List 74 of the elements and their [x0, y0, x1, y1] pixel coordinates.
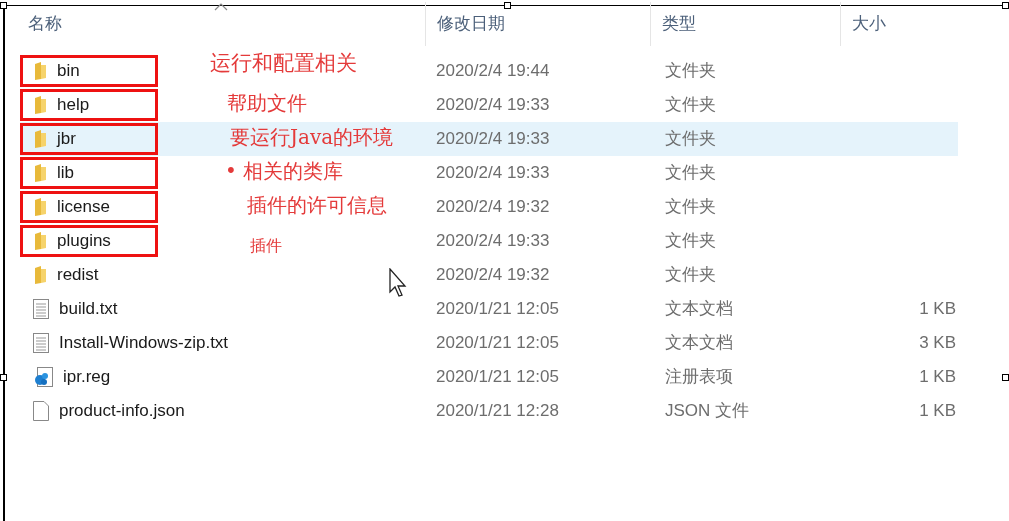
folder-icon [33, 62, 47, 80]
file-row[interactable]: help 帮助文件 2020/2/4 19:33 文件夹 [20, 88, 958, 122]
blank-file-icon [33, 401, 49, 421]
file-name: redist [57, 264, 99, 287]
file-name: help [57, 94, 90, 117]
mouse-pointer-icon [389, 268, 409, 298]
file-name: license [57, 196, 110, 219]
column-header[interactable]: 类型 [650, 2, 840, 46]
column-header[interactable]: 名称 [0, 2, 425, 46]
annotation-text: 插件 [250, 235, 282, 257]
annotation-text: 帮助文件 [227, 90, 307, 117]
date-cell-text: 2020/1/21 12:28 [435, 400, 560, 423]
file-name: jbr [57, 128, 76, 151]
file-row[interactable]: jbr 要运行Java的环境 2020/2/4 19:33 文件夹 [20, 122, 958, 156]
type-cell-text: 文件夹 [664, 128, 717, 151]
folder-icon [33, 198, 47, 216]
size-cell: 1 KB [919, 367, 956, 387]
date-cell-text: 2020/1/21 12:05 [435, 298, 560, 321]
file-row[interactable]: lib • 相关的类库 2020/2/4 19:33 文件夹 [20, 156, 958, 190]
file-row[interactable]: redist 2020/2/4 19:32 文件夹 [20, 258, 958, 292]
type-cell-text: 文本文档 [664, 298, 734, 321]
file-row[interactable]: license 插件的许可信息 2020/2/4 19:32 文件夹 [20, 190, 958, 224]
file-row[interactable]: plugins 插件 2020/2/4 19:33 文件夹 [20, 224, 958, 258]
folder-icon [33, 96, 47, 114]
file-row[interactable]: product-info.json 2020/1/21 12:28 JSON 文件 1 KB [20, 394, 958, 428]
date-cell-text: 2020/2/4 19:33 [435, 128, 551, 151]
file-name: Install-Windows-zip.txt [59, 332, 229, 355]
date-cell-text: 2020/1/21 12:05 [435, 332, 560, 355]
type-cell-text: JSON 文件 [664, 400, 751, 423]
type-cell-text: 文本文档 [664, 332, 734, 355]
resize-handle[interactable] [1002, 374, 1009, 381]
date-cell-text: 2020/2/4 19:33 [435, 162, 551, 185]
date-cell-text: 2020/2/4 19:33 [435, 230, 551, 253]
folder-icon [33, 164, 47, 182]
resize-handle[interactable] [1002, 2, 1009, 9]
file-row[interactable]: ipr.reg 2020/1/21 12:05 注册表项 1 KB [20, 360, 958, 394]
annotation-text: 要运行Java的环境 [230, 124, 394, 151]
column-header[interactable]: 大小 [840, 2, 965, 46]
resize-handle[interactable] [504, 2, 511, 9]
date-cell-text: 2020/2/4 19:44 [435, 60, 551, 83]
file-name: bin [57, 60, 80, 83]
file-name: plugins [57, 230, 111, 253]
column-header[interactable]: 修改日期 [425, 2, 650, 46]
sort-caret-icon [214, 3, 228, 11]
text-file-icon [33, 299, 49, 319]
type-cell-text: 文件夹 [664, 264, 717, 287]
type-cell-text: 文件夹 [664, 60, 717, 83]
size-cell: 1 KB [919, 299, 956, 319]
file-name: build.txt [59, 298, 118, 321]
annotation-text: 插件的许可信息 [247, 192, 387, 219]
file-row[interactable]: Install-Windows-zip.txt 2020/1/21 12:05 文本文档 3 KB [20, 326, 958, 360]
resize-handle[interactable] [0, 374, 7, 381]
file-name: lib [57, 162, 74, 185]
type-cell-text: 文件夹 [664, 196, 717, 219]
file-name: product-info.json [59, 400, 185, 423]
date-cell-text: 2020/2/4 19:32 [435, 264, 551, 287]
text-file-icon [33, 333, 49, 353]
date-cell-text: 2020/2/4 19:32 [435, 196, 551, 219]
folder-icon [33, 130, 47, 148]
type-cell-text: 注册表项 [664, 366, 734, 389]
folder-icon [33, 232, 47, 250]
folder-icon [33, 266, 47, 284]
size-cell: 3 KB [919, 333, 956, 353]
date-cell-text: 2020/1/21 12:05 [435, 366, 560, 389]
resize-handle[interactable] [0, 2, 7, 9]
type-cell-text: 文件夹 [664, 94, 717, 117]
date-cell-text: 2020/2/4 19:33 [435, 94, 551, 117]
file-name: ipr.reg [63, 366, 111, 389]
size-cell: 1 KB [919, 401, 956, 421]
type-cell-text: 文件夹 [664, 162, 717, 185]
file-row[interactable]: build.txt 2020/1/21 12:05 文本文档 1 KB [20, 292, 958, 326]
type-cell-text: 文件夹 [664, 230, 717, 253]
registry-file-icon [33, 367, 53, 387]
annotation-text: • 相关的类库 [225, 158, 344, 185]
